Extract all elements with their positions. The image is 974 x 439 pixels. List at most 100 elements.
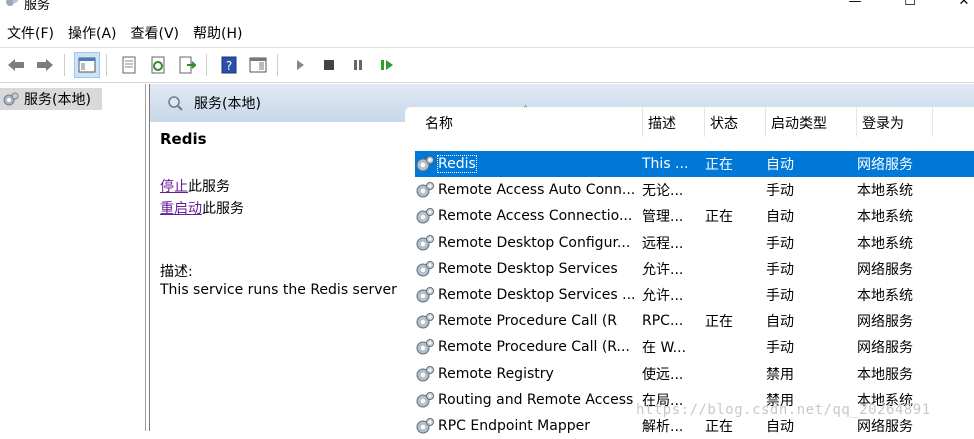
column-header-logon-as[interactable]: 登录为	[857, 107, 933, 137]
window-title: 服务	[24, 0, 51, 13]
toolbar-separator	[277, 54, 278, 76]
cell-startup-type: 自动	[766, 418, 794, 435]
service-name: Redis	[437, 155, 477, 174]
restart-service-button[interactable]	[374, 52, 400, 78]
cell-name: Remote Procedure Call (R...	[415, 338, 637, 356]
cell-startup-type: 手动	[766, 235, 794, 252]
cell-description: 允许...	[642, 288, 684, 305]
cell-status: 正在	[705, 418, 733, 435]
cell-description: 无论...	[642, 183, 684, 200]
help-icon: ?	[221, 56, 237, 74]
cell-startup-type: 手动	[766, 288, 794, 305]
properties-button[interactable]	[116, 52, 142, 78]
restart-icon	[381, 60, 393, 70]
cell-logon-as: 网络服务	[857, 261, 913, 278]
sort-ascending-icon: ˄	[523, 105, 528, 116]
service-gear-icon	[416, 234, 434, 251]
services-gear-icon	[3, 92, 19, 106]
services-pane: 服务(本地) Redis 停止此服务 重启动此服务 描述: This servi…	[149, 84, 974, 435]
arrow-right-icon	[37, 59, 53, 71]
title-bar: 服务 — ☐ ✕	[0, 0, 974, 14]
column-header-startup-type[interactable]: 启动类型	[766, 107, 857, 137]
description-label: 描述:	[160, 264, 193, 280]
close-button[interactable]: ✕	[954, 0, 974, 12]
arrow-left-icon	[8, 59, 24, 71]
cell-startup-type: 禁用	[766, 366, 794, 383]
service-row[interactable]: Redis This ... 正在 自动 网络服务	[415, 151, 974, 178]
service-row[interactable]: Remote Desktop Configur... 远程... 手动 本地系统	[415, 230, 974, 256]
pause-icon	[354, 60, 362, 70]
refresh-button[interactable]	[145, 52, 171, 78]
cell-name: RPC Endpoint Mapper	[415, 417, 637, 435]
properties-icon	[122, 56, 136, 74]
column-headers: 名称 ˄ 描述 状态 启动类型 登录为	[405, 105, 974, 137]
service-name: Remote Access Connectio...	[438, 208, 633, 225]
cell-name: Remote Access Connectio...	[415, 207, 637, 225]
menu-action[interactable]: 操作(A)	[61, 23, 124, 43]
restart-service-link[interactable]: 重启动	[160, 201, 202, 217]
service-gear-icon	[416, 339, 434, 355]
column-header-description[interactable]: 描述	[643, 107, 705, 137]
export-list-button[interactable]	[174, 52, 200, 78]
service-row[interactable]: Remote Access Connectio... 管理... 正在 自动 本…	[415, 203, 974, 229]
cell-description: 使远...	[642, 366, 684, 383]
cell-description: RPC...	[642, 313, 684, 330]
cell-name: Routing and Remote Access	[415, 391, 637, 409]
tree-item-services-local[interactable]: 服务(本地)	[0, 88, 102, 110]
service-rows: Redis This ... 正在 自动 网络服务 Remote Access …	[415, 151, 974, 439]
cell-logon-as: 网络服务	[857, 340, 913, 357]
cell-description: 允许...	[642, 261, 684, 278]
back-button[interactable]	[3, 52, 29, 78]
minimize-button[interactable]: —	[845, 0, 865, 12]
cell-description: 远程...	[642, 235, 684, 252]
pane-title: 服务(本地)	[194, 96, 261, 112]
service-name: RPC Endpoint Mapper	[438, 417, 590, 434]
action-pane-button[interactable]	[245, 52, 271, 78]
service-row[interactable]: Remote Registry 使远... 禁用 本地服务	[415, 361, 974, 387]
maximize-button[interactable]: ☐	[900, 0, 920, 12]
cell-name: Remote Registry	[415, 365, 637, 383]
menu-file[interactable]: 文件(F)	[0, 23, 61, 43]
services-list: 名称 ˄ 描述 状态 启动类型 登录为 Redis This ... 正在 自动…	[405, 105, 974, 435]
export-icon	[179, 56, 196, 74]
cell-startup-type: 手动	[766, 261, 794, 278]
service-row[interactable]: Remote Desktop Services ... 允许... 手动 本地系…	[415, 282, 974, 308]
service-row[interactable]: Remote Access Auto Conn... 无论... 手动 本地系统	[415, 177, 974, 203]
cell-description: 在 W...	[642, 340, 687, 357]
column-header-status[interactable]: 状态	[705, 107, 766, 137]
start-service-button[interactable]	[287, 52, 313, 78]
help-button[interactable]: ?	[216, 52, 242, 78]
menu-view[interactable]: 查看(V)	[124, 23, 187, 43]
cell-logon-as: 本地系统	[857, 235, 913, 252]
service-gear-icon	[416, 156, 434, 172]
stop-icon	[324, 60, 334, 70]
toolbar: ?	[0, 47, 974, 83]
service-gear-icon	[416, 208, 434, 224]
watermark: https://blog.csdn.net/qq_20264891	[636, 402, 931, 418]
cell-logon-as: 本地系统	[857, 288, 913, 305]
restart-action: 重启动此服务	[160, 198, 244, 218]
cell-logon-as: 网络服务	[857, 418, 913, 435]
show-hide-console-tree-button[interactable]	[74, 52, 100, 78]
pause-service-button[interactable]	[345, 52, 371, 78]
service-row[interactable]: Remote Desktop Services 允许... 手动 网络服务	[415, 256, 974, 282]
menu-help[interactable]: 帮助(H)	[186, 23, 249, 43]
cell-description: This ...	[642, 156, 689, 173]
service-row[interactable]: Remote Procedure Call (R... 在 W... 手动 网络…	[415, 334, 974, 360]
cell-status: 正在	[705, 209, 733, 226]
forward-button[interactable]	[32, 52, 58, 78]
services-gear-icon	[4, 0, 20, 13]
window-title-area: 服务	[4, 0, 50, 13]
toolbar-separator	[64, 54, 65, 76]
cell-status: 正在	[705, 314, 733, 331]
stop-suffix: 此服务	[188, 179, 230, 195]
cell-startup-type: 手动	[766, 183, 794, 200]
service-row[interactable]: Remote Procedure Call (R RPC... 正在 自动 网络…	[415, 308, 974, 334]
cell-startup-type: 自动	[766, 157, 794, 174]
stop-service-button[interactable]	[316, 52, 342, 78]
cell-name: Remote Desktop Configur...	[415, 234, 637, 252]
stop-service-link[interactable]: 停止	[160, 179, 188, 195]
search-gear-icon	[168, 96, 183, 111]
service-name: Remote Desktop Configur...	[438, 234, 631, 251]
column-header-name[interactable]: 名称 ˄	[405, 105, 643, 137]
